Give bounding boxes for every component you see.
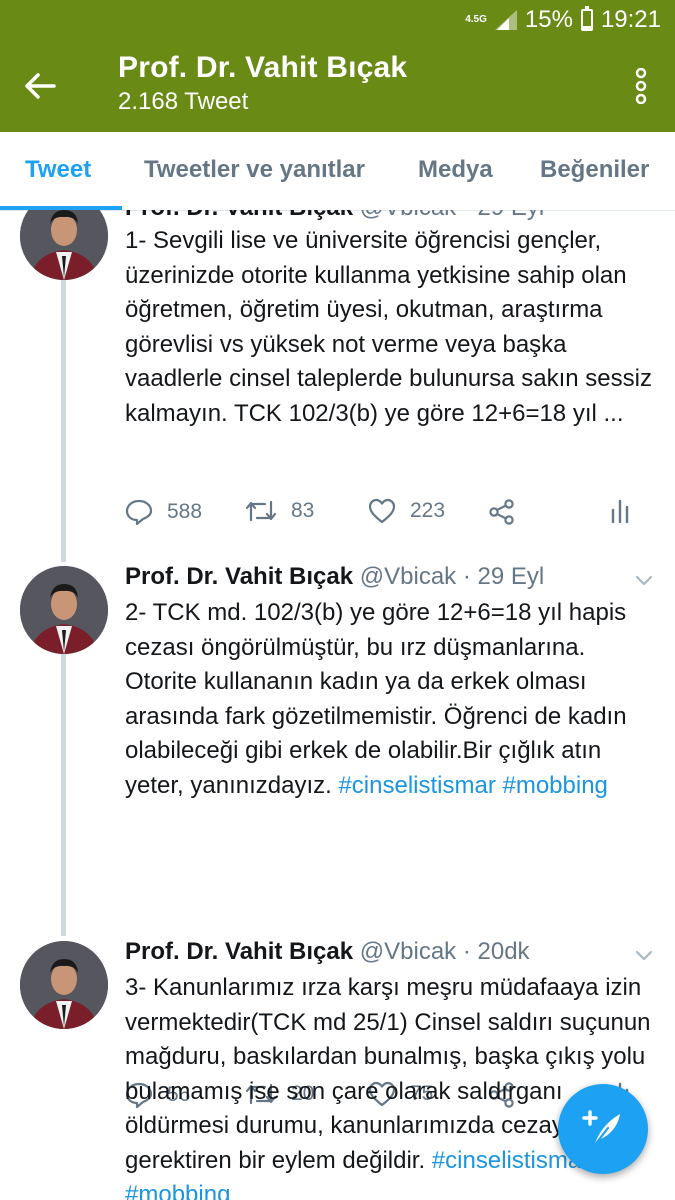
tweet-actions: 588 83 223 xyxy=(125,498,655,534)
status-bar: 4.5G 15% 19:21 xyxy=(0,0,675,40)
profile-tabs: Tweet Tweetler ve yanıtlar Medya Beğenil… xyxy=(0,132,675,211)
tab-tweet[interactable]: Tweet xyxy=(25,156,91,184)
tweet-header: Prof. Dr. Vahit Bıçak @Vbicak · 29 Eyl xyxy=(125,563,544,591)
battery-icon xyxy=(580,6,593,31)
reply-count: 588 xyxy=(167,500,203,523)
author-handle: @Vbicak xyxy=(359,563,457,590)
compose-tweet-button[interactable] xyxy=(558,1084,648,1174)
author-handle: @Vbicak xyxy=(360,210,456,221)
like-count: 223 xyxy=(410,499,446,522)
author-name[interactable]: Prof. Dr. Vahit Bıçak xyxy=(125,563,353,590)
share-button[interactable] xyxy=(488,498,516,526)
share-icon xyxy=(489,499,514,525)
feather-plus-icon xyxy=(582,1110,620,1148)
network-type: 4.5G xyxy=(465,14,487,25)
battery-percent: 15% xyxy=(524,6,573,33)
more-options-icon[interactable] xyxy=(635,68,647,104)
retweet-icon xyxy=(245,500,277,522)
tweet-time: · 29 Eyl xyxy=(462,563,545,590)
author-name[interactable]: Prof. Dr. Vahit Bıçak xyxy=(125,210,353,221)
tweet-body: 2- TCK md. 102/3(b) ye göre 12+6=18 yıl … xyxy=(125,596,655,803)
tweet-text: 2- TCK md. 102/3(b) ye göre 12+6=18 yıl … xyxy=(125,599,627,799)
hashtags[interactable]: #cinselistismar #mobbing xyxy=(338,772,607,799)
chevron-down-icon[interactable] xyxy=(635,575,653,587)
tweet-count: 2.168 Tweet xyxy=(118,88,249,115)
avatar[interactable] xyxy=(20,941,108,1029)
author-handle: @Vbicak xyxy=(359,938,457,965)
profile-name-title: Prof. Dr. Vahit Bıçak xyxy=(118,51,408,84)
avatar[interactable] xyxy=(20,566,108,654)
tweet-header: Prof. Dr. Vahit Bıçak @Vbicak · 29 Eyl xyxy=(125,210,544,222)
thread-line xyxy=(61,272,66,562)
reply-button[interactable]: 588 xyxy=(125,498,202,526)
tab-likes[interactable]: Beğeniler xyxy=(540,156,649,184)
tweet-time: · 20dk xyxy=(462,938,530,965)
clock: 19:21 xyxy=(600,6,661,33)
tab-tweets-and-replies[interactable]: Tweetler ve yanıtlar xyxy=(144,156,365,184)
avatar[interactable] xyxy=(20,210,108,280)
tab-media[interactable]: Medya xyxy=(418,156,493,184)
analytics-icon xyxy=(611,499,629,524)
back-arrow-icon[interactable] xyxy=(22,68,58,104)
analytics-button[interactable] xyxy=(610,498,630,524)
like-button[interactable]: 223 xyxy=(368,498,445,524)
author-name[interactable]: Prof. Dr. Vahit Bıçak xyxy=(125,938,353,965)
retweet-button[interactable]: 83 xyxy=(245,498,314,524)
heart-icon xyxy=(368,498,396,524)
app-bar: Prof. Dr. Vahit Bıçak 2.168 Tweet xyxy=(0,40,675,132)
reply-icon xyxy=(125,499,153,526)
chevron-down-icon[interactable] xyxy=(635,950,653,962)
tweet-text: 1- Sevgili lise ve üniversite öğrencisi … xyxy=(125,227,652,427)
tweet-feed[interactable]: Prof. Dr. Vahit Bıçak @Vbicak · 29 Eyl 1… xyxy=(0,210,675,1200)
retweet-count: 83 xyxy=(291,499,315,522)
signal-icon xyxy=(494,10,517,30)
tweet-body: 3- Kanunlarımız ırza karşı meşru müdafaa… xyxy=(125,971,655,1200)
tweet-header: Prof. Dr. Vahit Bıçak @Vbicak · 20dk xyxy=(125,938,530,966)
thread-line xyxy=(61,654,66,936)
tweet-time: · 29 Eyl xyxy=(463,210,544,221)
